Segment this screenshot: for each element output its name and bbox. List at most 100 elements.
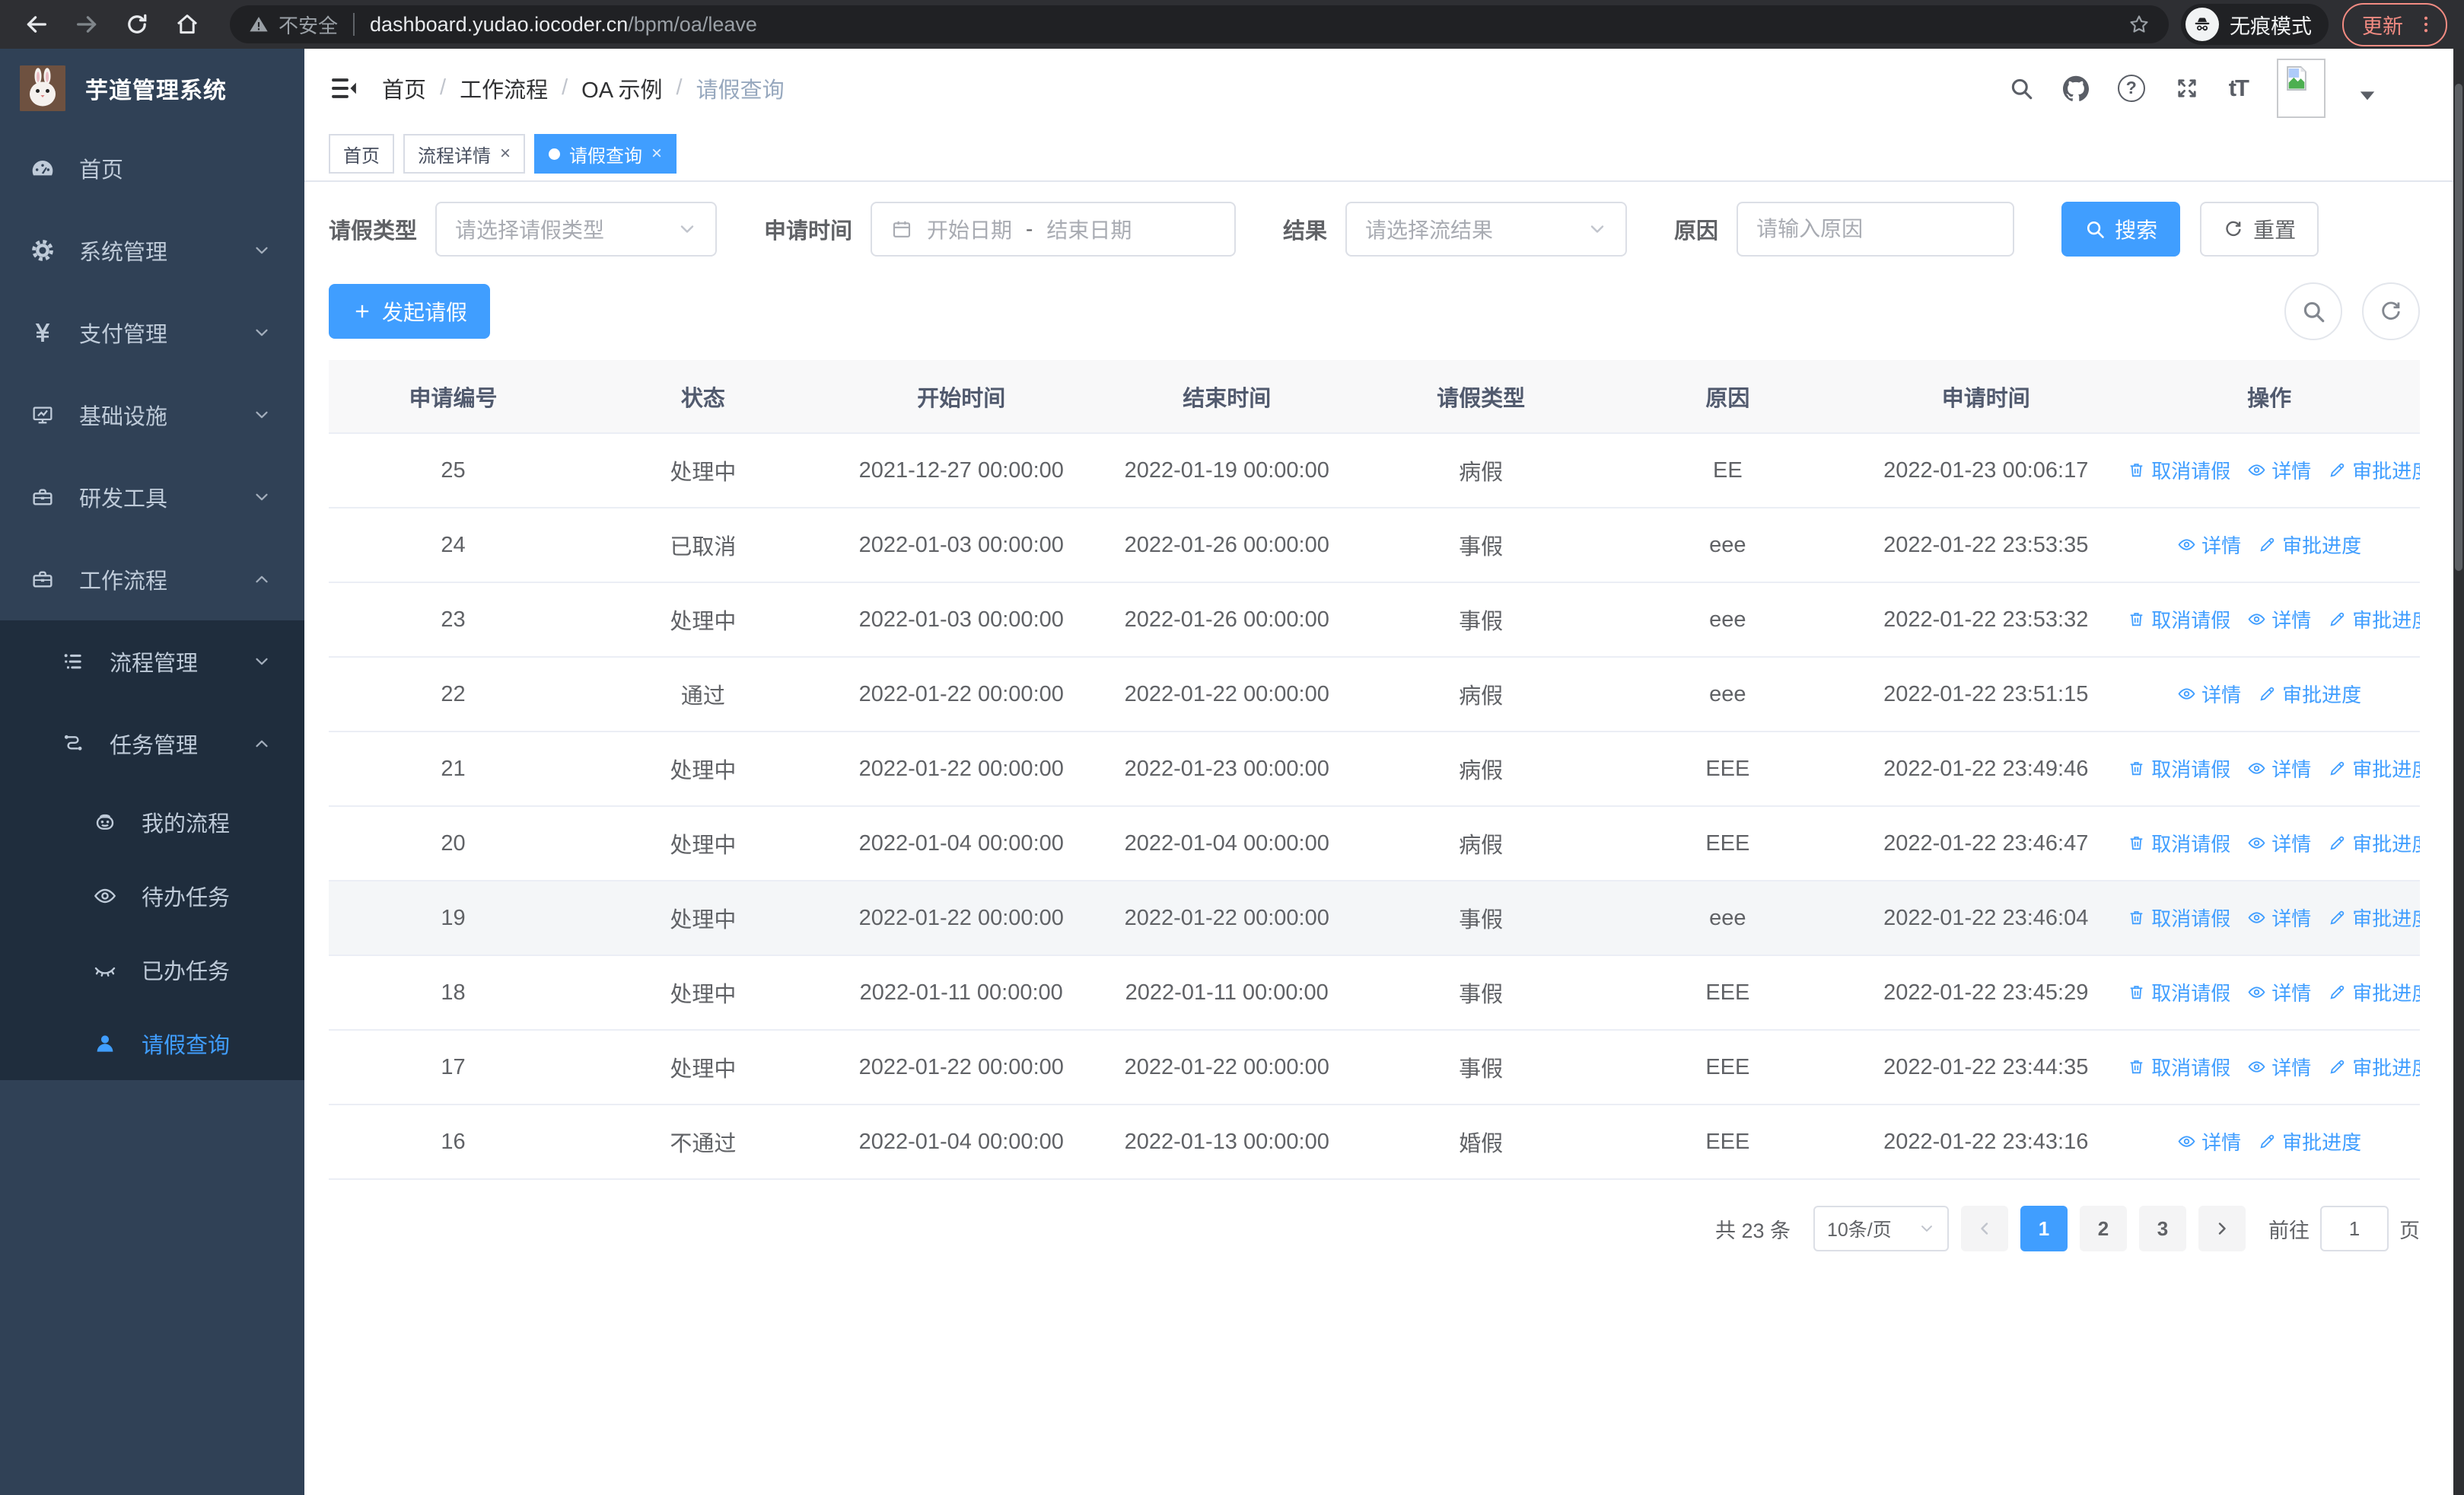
detail-link[interactable]: 详情 [2247,829,2311,857]
browser-menu-dots-icon[interactable] [2415,14,2437,35]
bookmark-button[interactable] [2128,13,2150,36]
page-button-3[interactable]: 3 [2139,1206,2186,1251]
sidebar-item-leave-query[interactable]: 请假查询 [0,1006,304,1080]
detail-link[interactable]: 详情 [2247,754,2311,783]
progress-link[interactable]: 审批进度 [2258,1127,2361,1156]
breadcrumb-item-oa-example[interactable]: OA 示例 [581,72,662,104]
next-page-button[interactable] [2198,1206,2246,1251]
site-security-indicator[interactable]: 不安全 [248,11,338,39]
scrollbar-thumb[interactable] [2455,84,2462,571]
progress-link-label: 审批进度 [2352,459,2420,483]
goto-page-input[interactable] [2320,1206,2389,1251]
detail-link[interactable]: 详情 [2247,978,2311,1006]
search-icon[interactable] [2008,75,2034,101]
sidebar-item-process-management[interactable]: 流程管理 [0,620,304,703]
progress-link[interactable]: 审批进度 [2328,605,2420,633]
sidebar-item-workflow[interactable]: 工作流程 [0,538,304,620]
avatar[interactable] [2277,58,2326,118]
result-select[interactable]: 请选择流结果 [1345,202,1628,257]
sidebar-item-payment-management[interactable]: 支付管理 [0,292,304,374]
page-scrollbar[interactable] [2453,49,2464,1495]
col-start-time: 开始时间 [828,360,1094,434]
sidebar-collapse-icon[interactable] [329,73,359,104]
col-request-id: 申请编号 [329,360,578,434]
progress-link[interactable]: 审批进度 [2258,680,2361,708]
cancel-leave-link[interactable]: 取消请假 [2127,904,2230,932]
detail-link[interactable]: 详情 [2247,456,2311,484]
leave-type-label: 请假类型 [329,219,418,244]
progress-link-label: 审批进度 [2352,757,2420,781]
trash-icon [2127,610,2146,629]
cancel-leave-link[interactable]: 取消请假 [2127,754,2230,783]
sidebar-item-label: 请假查询 [142,1033,231,1058]
page-size-select[interactable]: 10条/页 [1813,1206,1949,1251]
eye-icon [2247,610,2266,629]
page-button-2[interactable]: 2 [2080,1206,2127,1251]
search-button[interactable]: 搜索 [2061,202,2181,257]
github-icon[interactable] [2063,75,2089,101]
status-cell: 处理中 [578,806,829,881]
page-button-1[interactable]: 1 [2020,1206,2068,1251]
tab-home[interactable]: 首页 [329,134,394,174]
progress-link[interactable]: 审批进度 [2328,754,2420,783]
reset-button[interactable]: 重置 [2200,202,2319,257]
toggle-search-button[interactable] [2284,282,2342,340]
tab-leave-query[interactable]: 请假查询 × [534,134,677,174]
browser-forward-button[interactable] [67,5,107,44]
sidebar-item-home[interactable]: 首页 [0,127,304,209]
progress-link[interactable]: 审批进度 [2328,978,2420,1006]
create-leave-button[interactable]: 发起请假 [329,284,491,339]
cancel-leave-link[interactable]: 取消请假 [2127,829,2230,857]
browser-reload-button[interactable] [117,5,157,44]
browser-back-button[interactable] [17,5,56,44]
help-icon[interactable]: ? [2117,74,2145,102]
tab-close-icon[interactable]: × [651,145,662,163]
actions-cell: 取消请假 详情 审批进度 [2119,806,2420,881]
url-text[interactable]: dashboard.yudao.iocoder.cn/bpm/oa/leave [370,13,2128,37]
fullscreen-icon[interactable] [2174,75,2200,101]
leave-type-select[interactable]: 请选择请假类型 [435,202,718,257]
refresh-table-button[interactable] [2362,282,2420,340]
sidebar-item-task-management[interactable]: 任务管理 [0,703,304,785]
prev-page-button[interactable] [1961,1206,2008,1251]
progress-link[interactable]: 审批进度 [2258,531,2361,559]
broken-image-icon [2282,64,2311,93]
detail-link[interactable]: 详情 [2177,531,2241,559]
progress-link[interactable]: 审批进度 [2328,1053,2420,1081]
apply-time-cell: 2022-01-22 23:45:29 [1853,955,2119,1031]
sidebar-item-system-management[interactable]: 系统管理 [0,209,304,292]
progress-link[interactable]: 审批进度 [2328,904,2420,932]
sidebar-item-done-task[interactable]: 已办任务 [0,932,304,1006]
sidebar-item-infrastructure[interactable]: 基础设施 [0,374,304,456]
browser-update-button[interactable]: 更新 [2342,2,2447,46]
sidebar-item-todo-task[interactable]: 待办任务 [0,859,304,932]
sidebar-item-dev-tools[interactable]: 研发工具 [0,456,304,538]
cancel-leave-link[interactable]: 取消请假 [2127,456,2230,484]
reason-cell: EE [1602,433,1854,508]
detail-link[interactable]: 详情 [2247,904,2311,932]
progress-link[interactable]: 审批进度 [2328,456,2420,484]
breadcrumb-item-home[interactable]: 首页 [382,72,426,104]
cancel-leave-link[interactable]: 取消请假 [2127,1053,2230,1081]
detail-link[interactable]: 详情 [2247,605,2311,633]
progress-link[interactable]: 审批进度 [2328,829,2420,857]
cancel-leave-link[interactable]: 取消请假 [2127,978,2230,1006]
cancel-leave-link[interactable]: 取消请假 [2127,605,2230,633]
apply-time-range-picker[interactable]: 开始日期 - 结束日期 [871,202,1237,257]
caret-down-icon[interactable] [2354,83,2380,109]
sidebar-item-my-process[interactable]: 我的流程 [0,785,304,859]
chevron-down-icon [253,324,271,342]
font-size-icon[interactable]: tT [2229,75,2249,102]
browser-home-button[interactable] [167,5,207,44]
detail-link[interactable]: 详情 [2247,1053,2311,1081]
address-bar[interactable]: 不安全 dashboard.yudao.iocoder.cn/bpm/oa/le… [230,5,2169,43]
tab-process-detail[interactable]: 流程详情 × [403,134,526,174]
reason-input[interactable] [1741,203,2010,255]
detail-link[interactable]: 详情 [2177,1127,2241,1156]
breadcrumb-item-workflow[interactable]: 工作流程 [460,72,548,104]
home-icon [174,11,200,37]
detail-link[interactable]: 详情 [2177,680,2241,708]
tab-close-icon[interactable]: × [500,145,511,163]
trash-icon [2127,461,2146,480]
app-logo-row[interactable]: 芋道管理系统 [0,49,304,127]
